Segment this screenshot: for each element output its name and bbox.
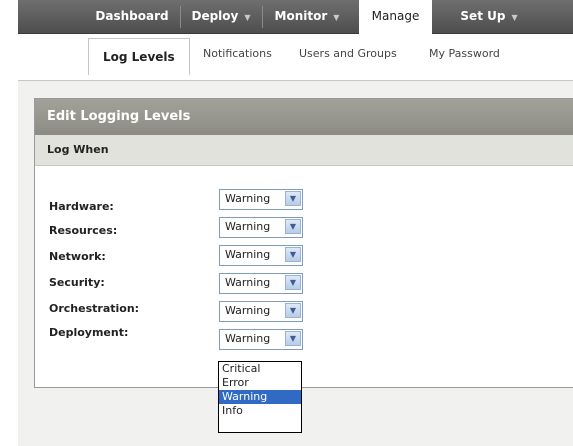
nav-setup[interactable]: Set Up ▼ <box>446 0 532 33</box>
tab-my-password[interactable]: My Password <box>429 47 500 60</box>
panel-title: Edit Logging Levels <box>35 99 573 135</box>
chevron-down-icon[interactable]: ▼ <box>333 13 339 22</box>
security-level-select[interactable]: Warning ▼ <box>219 273 303 294</box>
tab-notifications[interactable]: Notifications <box>203 47 272 60</box>
nav-divider <box>180 6 181 28</box>
nav-manage-label: Manage <box>371 9 420 23</box>
chevron-down-icon[interactable]: ▼ <box>285 331 301 346</box>
chevron-down-icon[interactable]: ▼ <box>285 275 301 290</box>
select-value: Warning <box>225 220 271 233</box>
tab-log-levels[interactable]: Log Levels <box>88 38 190 75</box>
orchestration-level-select[interactable]: Warning ▼ <box>219 301 303 322</box>
deployment-level-select[interactable]: Warning ▼ <box>219 329 303 350</box>
resources-level-select[interactable]: Warning ▼ <box>219 217 303 238</box>
chevron-down-icon[interactable]: ▼ <box>285 219 301 234</box>
select-value: Warning <box>225 248 271 261</box>
level-dropdown-list: Critical Error Warning Info <box>218 361 302 433</box>
section-heading: Log When <box>35 135 573 166</box>
nav-deploy-label: Deploy <box>191 9 239 23</box>
label-hardware: Hardware: <box>49 200 114 213</box>
top-nav: Dashboard Deploy ▼ Monitor ▼ Manage Set Up… <box>18 0 573 34</box>
nav-setup-label: Set Up <box>460 9 506 23</box>
chevron-down-icon[interactable]: ▼ <box>285 303 301 318</box>
nav-deploy[interactable]: Deploy ▼ <box>182 0 260 33</box>
nav-monitor-label: Monitor <box>274 9 328 23</box>
sub-tabs: Log Levels Notifications Users and Group… <box>18 34 573 80</box>
nav-monitor[interactable]: Monitor ▼ <box>264 0 350 33</box>
tab-users-and-groups[interactable]: Users and Groups <box>299 47 397 60</box>
select-value: Warning <box>225 332 271 345</box>
option-info[interactable]: Info <box>219 404 301 418</box>
option-warning[interactable]: Warning <box>219 390 301 404</box>
label-security: Security: <box>49 276 105 289</box>
chevron-down-icon[interactable]: ▼ <box>285 191 301 206</box>
select-value: Warning <box>225 192 271 205</box>
label-resources: Resources: <box>49 224 118 237</box>
label-deployment: Deployment: <box>49 326 129 339</box>
select-value: Warning <box>225 304 271 317</box>
nav-divider <box>262 6 263 28</box>
option-critical[interactable]: Critical <box>219 362 301 376</box>
select-value: Warning <box>225 276 271 289</box>
option-error[interactable]: Error <box>219 376 301 390</box>
chevron-down-icon[interactable]: ▼ <box>511 13 517 22</box>
chevron-down-icon[interactable]: ▼ <box>244 13 250 22</box>
label-network: Network: <box>49 250 106 263</box>
chevron-down-icon[interactable]: ▼ <box>285 247 301 262</box>
nav-dashboard[interactable]: Dashboard <box>86 0 178 33</box>
nav-dashboard-label: Dashboard <box>95 9 169 23</box>
hardware-level-select[interactable]: Warning ▼ <box>219 189 303 210</box>
label-orchestration: Orchestration: <box>49 302 140 315</box>
edit-logging-panel: Edit Logging Levels Log When Hardware: W… <box>34 98 573 388</box>
network-level-select[interactable]: Warning ▼ <box>219 245 303 266</box>
nav-manage[interactable]: Manage <box>359 0 432 34</box>
